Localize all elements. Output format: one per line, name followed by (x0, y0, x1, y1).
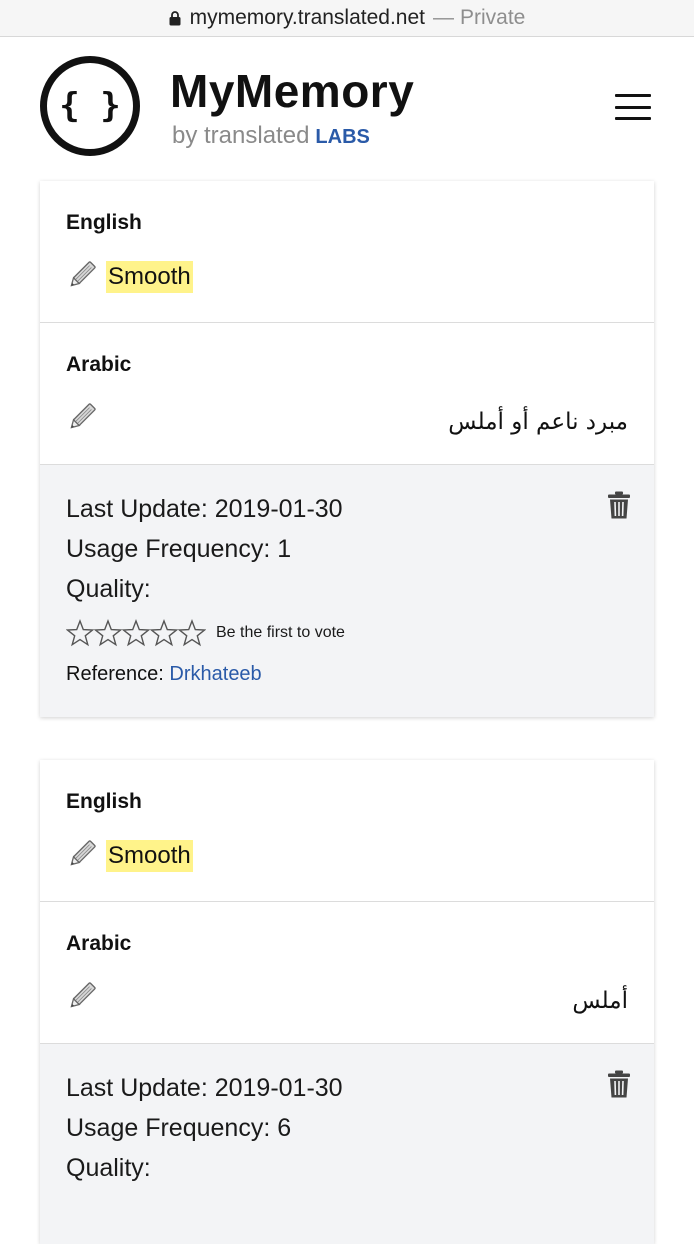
browser-url-bar[interactable]: mymemory.translated.net — Private (0, 0, 694, 37)
pencil-icon[interactable] (66, 838, 98, 870)
brand-title: MyMemory (170, 64, 414, 118)
star-icon[interactable] (150, 619, 178, 647)
private-mode-label: Private (460, 6, 525, 30)
target-section: Arabic مبرد ناعم أو أملس (40, 323, 654, 465)
metadata-section: Last Update: 2019-01-30 Usage Frequency:… (40, 465, 654, 717)
source-text: Smooth (106, 261, 193, 293)
target-language: Arabic (66, 932, 131, 956)
trash-icon[interactable] (608, 491, 630, 519)
target-language: Arabic (66, 353, 131, 377)
mymemory-logo[interactable]: { } (40, 56, 140, 156)
last-update: Last Update: 2019-01-30 (66, 1074, 343, 1103)
pencil-icon[interactable] (66, 980, 98, 1012)
source-text: Smooth (106, 840, 193, 872)
reference-label: Reference: (66, 663, 164, 685)
star-icon[interactable] (94, 619, 122, 647)
star-icon[interactable] (66, 619, 94, 647)
logo-braces: { } (59, 86, 120, 126)
source-section: English Smooth (40, 760, 654, 902)
target-text: مبرد ناعم أو أملس (448, 409, 628, 435)
target-section: Arabic أملس (40, 902, 654, 1044)
hamburger-menu-icon[interactable] (615, 94, 651, 120)
metadata-section: Last Update: 2019-01-30 Usage Frequency:… (40, 1044, 654, 1244)
last-update: Last Update: 2019-01-30 (66, 495, 343, 524)
lock-icon (169, 11, 181, 26)
brand-subtitle-text: by translated (172, 122, 309, 149)
brand-labs: LABS (315, 126, 369, 148)
source-section: English Smooth (40, 181, 654, 323)
source-language: English (66, 211, 142, 235)
vote-prompt: Be the first to vote (216, 624, 345, 642)
pencil-icon[interactable] (66, 401, 98, 433)
usage-frequency: Usage Frequency: 6 (66, 1114, 291, 1143)
usage-frequency: Usage Frequency: 1 (66, 535, 291, 564)
star-icon[interactable] (122, 619, 150, 647)
brand-subtitle: by translated LABS (172, 122, 370, 150)
rating-stars: Be the first to vote (66, 619, 345, 647)
quality-label: Quality: (66, 1154, 151, 1183)
source-language: English (66, 790, 142, 814)
translation-card: English Smooth Arabic أملس Last Up (40, 760, 654, 1244)
site-header: { } MyMemory by translated LABS (0, 36, 694, 176)
url-text: mymemory.translated.net (190, 6, 425, 30)
quality-label: Quality: (66, 575, 151, 604)
trash-icon[interactable] (608, 1070, 630, 1098)
reference-link[interactable]: Drkhateeb (169, 663, 261, 685)
star-icon[interactable] (178, 619, 206, 647)
url-separator: — (433, 6, 454, 30)
reference: Reference: Drkhateeb (66, 663, 262, 686)
pencil-icon[interactable] (66, 259, 98, 291)
target-text: أملس (572, 988, 628, 1014)
translation-card: English Smooth Arabic مبرد ناعم أو أملس (40, 181, 654, 717)
